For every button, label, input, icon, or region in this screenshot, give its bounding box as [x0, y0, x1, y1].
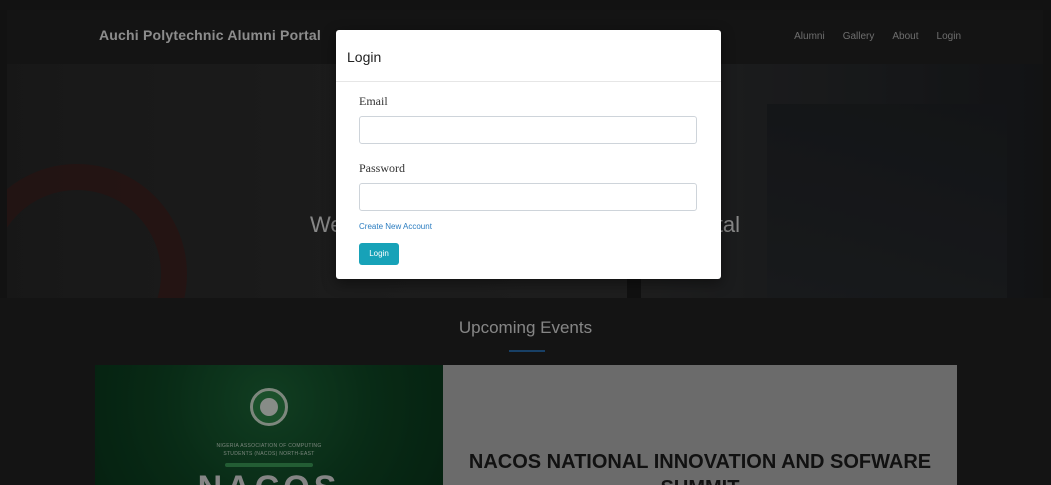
password-field[interactable]: [359, 183, 697, 211]
modal-header: Login: [336, 30, 721, 82]
login-button[interactable]: Login: [359, 243, 399, 265]
email-field[interactable]: [359, 116, 697, 144]
modal-title: Login: [347, 49, 382, 65]
page: Auchi Polytechnic Alumni Portal Alumni G…: [0, 0, 1051, 485]
create-account-link[interactable]: Create New Account: [359, 222, 432, 231]
email-label: Email: [359, 94, 388, 108]
login-modal: Login Email Password Create New Account …: [336, 30, 721, 279]
password-label: Password: [359, 161, 406, 175]
